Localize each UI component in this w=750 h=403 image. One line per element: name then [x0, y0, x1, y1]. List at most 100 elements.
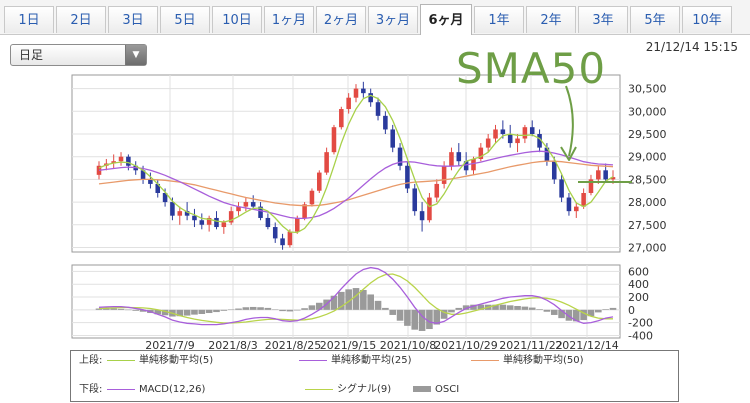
osci-bar — [455, 307, 463, 310]
osci-bar — [110, 308, 117, 310]
legend-lower-label: 下段: — [79, 384, 103, 395]
candle-body — [331, 127, 337, 153]
candle-body — [221, 222, 227, 228]
legend-signal-label: シグナル(9) — [337, 384, 392, 395]
macd-ytick-label: 200 — [628, 291, 649, 304]
candle-body — [559, 179, 564, 198]
candle-body — [170, 202, 175, 216]
candle-body — [199, 220, 205, 225]
legend-sma25-label: 単純移動平均(25) — [331, 355, 412, 366]
candle-body — [471, 158, 476, 171]
candle-body — [419, 211, 425, 221]
osci-bar — [235, 308, 242, 310]
osci-bar — [191, 309, 198, 315]
candle-body — [353, 88, 359, 98]
osci-bar — [411, 309, 419, 330]
macd-ytick-label: -400 — [628, 329, 653, 342]
candle-body — [294, 217, 300, 232]
candle-body — [596, 170, 601, 180]
osci-bar — [499, 304, 507, 310]
legend-sma50: 単純移動平均(50) — [471, 354, 584, 368]
osci-bar — [528, 307, 536, 310]
candle-body — [346, 97, 351, 110]
price-ytick-label: 28,500 — [628, 173, 667, 186]
candle-body — [280, 238, 285, 246]
osci-bar — [301, 308, 308, 310]
candle-body — [339, 109, 344, 128]
candle-body — [243, 202, 249, 207]
candle-body — [581, 193, 586, 207]
legend-sma50-label: 単純移動平均(50) — [503, 355, 584, 366]
candle-body — [324, 152, 329, 173]
osci-bar — [448, 309, 455, 313]
legend: 上段: 単純移動平均(5) 単純移動平均(25) 単純移動平均(50) 下段: … — [70, 350, 679, 402]
osci-bar — [198, 309, 206, 314]
candle-body — [529, 127, 535, 134]
osci-bar — [382, 307, 389, 310]
sma50-annotation: SMA50 — [456, 44, 607, 93]
legend-macd: MACD(12,26) — [107, 383, 205, 397]
osci-bar — [125, 309, 132, 311]
osci-bar — [242, 307, 250, 310]
candle-body — [309, 190, 315, 205]
legend-signal-swatch — [305, 388, 333, 390]
legend-sma50-swatch — [471, 359, 499, 361]
legend-upper-label: 上段: — [79, 355, 103, 366]
macd-ytick-label: 600 — [628, 265, 649, 278]
osci-bar — [271, 309, 279, 311]
price-panel-frame — [71, 74, 621, 253]
candle-body — [361, 88, 366, 94]
candle-body — [302, 204, 307, 218]
price-ytick-label: 29,500 — [628, 128, 667, 141]
price-ytick-label: 28,000 — [628, 196, 667, 209]
osci-bar — [264, 307, 272, 310]
osci-bar — [249, 306, 257, 310]
osci-bar — [536, 309, 543, 310]
candle-body — [434, 183, 440, 198]
candle-body — [485, 138, 491, 148]
candle-body — [317, 172, 322, 191]
candle-body — [500, 129, 506, 134]
price-ytick-label: 27,000 — [628, 241, 667, 254]
osci-bar — [602, 309, 609, 310]
candle-body — [287, 231, 293, 246]
osci-bar — [227, 309, 235, 311]
candle-body — [603, 170, 608, 180]
price-ytick-label: 30,500 — [628, 83, 667, 96]
candle-body — [214, 217, 219, 228]
candle-body — [405, 165, 410, 189]
candle-body — [390, 129, 395, 148]
legend-signal: シグナル(9) — [305, 383, 391, 397]
osci-bar — [404, 309, 411, 326]
legend-sma25: 単純移動平均(25) — [299, 354, 412, 368]
osci-bar — [220, 309, 228, 311]
candle-body — [427, 197, 432, 221]
legend-sma5-swatch — [107, 359, 135, 361]
osci-bar — [609, 307, 617, 310]
osci-bar — [396, 309, 404, 321]
osci-bar — [257, 307, 264, 310]
candle-body — [449, 152, 454, 166]
legend-osci: OSCI — [413, 383, 459, 397]
osci-bar — [389, 309, 397, 315]
osci-bar — [367, 294, 374, 310]
osci-bar — [374, 300, 382, 310]
candle-body — [515, 138, 520, 144]
osci-bar — [565, 309, 573, 321]
osci-bar — [286, 309, 294, 312]
candle-body — [441, 165, 447, 184]
price-ytick-label: 27,500 — [628, 219, 667, 232]
candle-body — [522, 127, 528, 139]
candle-body — [375, 102, 381, 116]
osci-bar — [279, 309, 286, 312]
candle-body — [493, 129, 498, 139]
candle-body — [574, 206, 579, 212]
osci-bar — [213, 309, 220, 313]
osci-bar — [514, 305, 521, 310]
candle-body — [456, 152, 462, 162]
price-ytick-label: 29,000 — [628, 151, 667, 164]
macd-ytick-label: 400 — [628, 278, 649, 291]
legend-sma5: 単純移動平均(5) — [107, 354, 213, 368]
candle-body — [368, 93, 373, 103]
osci-bar — [360, 289, 367, 310]
